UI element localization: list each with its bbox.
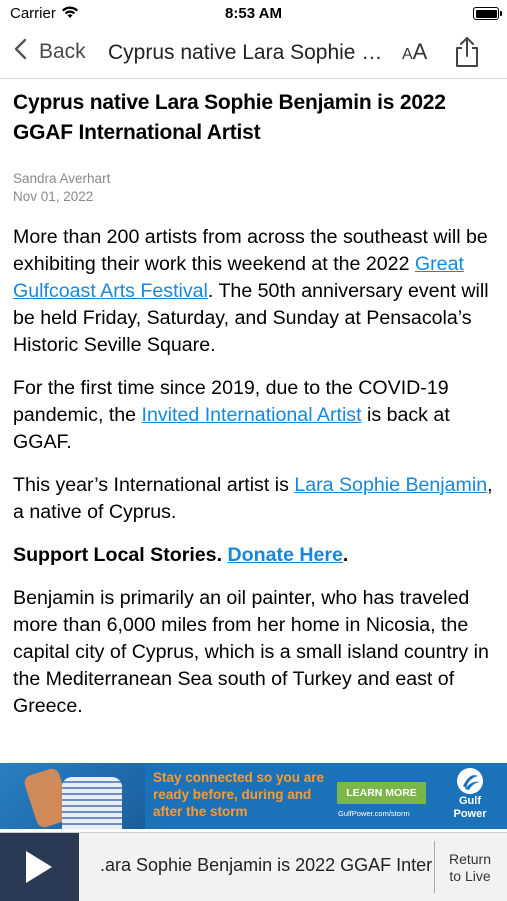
gulf-power-logo-text-1: Gulf bbox=[459, 795, 481, 807]
gulf-power-logo-text-2: Power bbox=[453, 808, 487, 820]
chevron-left-icon bbox=[14, 38, 27, 66]
support-callout: Support Local Stories. Donate Here. bbox=[13, 542, 497, 569]
back-button[interactable]: Back bbox=[14, 38, 86, 66]
person-illustration bbox=[62, 777, 122, 829]
gulf-power-logo: Gulf Power bbox=[440, 768, 500, 820]
play-icon bbox=[26, 851, 52, 883]
support-end: . bbox=[342, 544, 349, 566]
ad-banner[interactable]: Stay connected so you are ready before, … bbox=[0, 763, 507, 829]
ad-image bbox=[0, 763, 145, 829]
paragraph-1: More than 200 artists from across the so… bbox=[13, 224, 497, 359]
share-icon[interactable] bbox=[454, 36, 480, 73]
article-meta: Sandra Averhart Nov 01, 2022 bbox=[13, 170, 497, 206]
donate-link[interactable]: Donate Here bbox=[227, 544, 342, 566]
battery-icon bbox=[473, 7, 502, 20]
return-to-live-line-2: to Live bbox=[449, 868, 491, 884]
now-playing-text: .ara Sophie Benjamin is 2022 GGAF Intern… bbox=[100, 855, 432, 875]
ad-tagline: Stay connected so you are ready before, … bbox=[153, 770, 325, 819]
support-text: Support Local Stories. bbox=[13, 544, 228, 566]
article-date: Nov 01, 2022 bbox=[13, 189, 94, 204]
player-divider bbox=[434, 841, 435, 893]
article-headline: Cyprus native Lara Sophie Benjamin is 20… bbox=[13, 91, 446, 144]
ad-url: GulfPower.com/storm bbox=[338, 809, 410, 818]
return-to-live-button[interactable]: Return to Live bbox=[440, 851, 500, 885]
status-bar: Carrier 8:53 AM bbox=[0, 0, 507, 28]
return-to-live-line-1: Return bbox=[448, 851, 492, 867]
article-author: Sandra Averhart bbox=[13, 171, 111, 186]
link-invited-international-artist[interactable]: Invited International Artist bbox=[142, 404, 362, 426]
paragraph-2: For the first time since 2019, due to th… bbox=[13, 375, 497, 456]
play-button[interactable] bbox=[0, 833, 79, 901]
paragraph-3-text-a: This year’s International artist is bbox=[13, 474, 295, 496]
nav-title: Cyprus native Lara Sophie Benjamin is 20… bbox=[108, 41, 394, 64]
gulf-power-logo-icon bbox=[457, 768, 483, 794]
audio-player: .ara Sophie Benjamin is 2022 GGAF Intern… bbox=[0, 832, 507, 901]
nav-bar: Back Cyprus native Lara Sophie Benjamin … bbox=[0, 28, 507, 79]
back-label: Back bbox=[39, 40, 86, 63]
clock: 8:53 AM bbox=[225, 5, 282, 22]
paragraph-4: Benjamin is primarily an oil painter, wh… bbox=[13, 587, 489, 717]
text-size-icon[interactable]: AA bbox=[402, 39, 427, 65]
paragraph-3: This year’s International artist is Lara… bbox=[13, 472, 497, 526]
link-lara-sophie-benjamin[interactable]: Lara Sophie Benjamin bbox=[294, 474, 487, 496]
article: Cyprus native Lara Sophie Benjamin is 20… bbox=[13, 88, 497, 720]
learn-more-button[interactable]: LEARN MORE bbox=[337, 782, 426, 804]
article-body: More than 200 artists from across the so… bbox=[13, 224, 497, 720]
